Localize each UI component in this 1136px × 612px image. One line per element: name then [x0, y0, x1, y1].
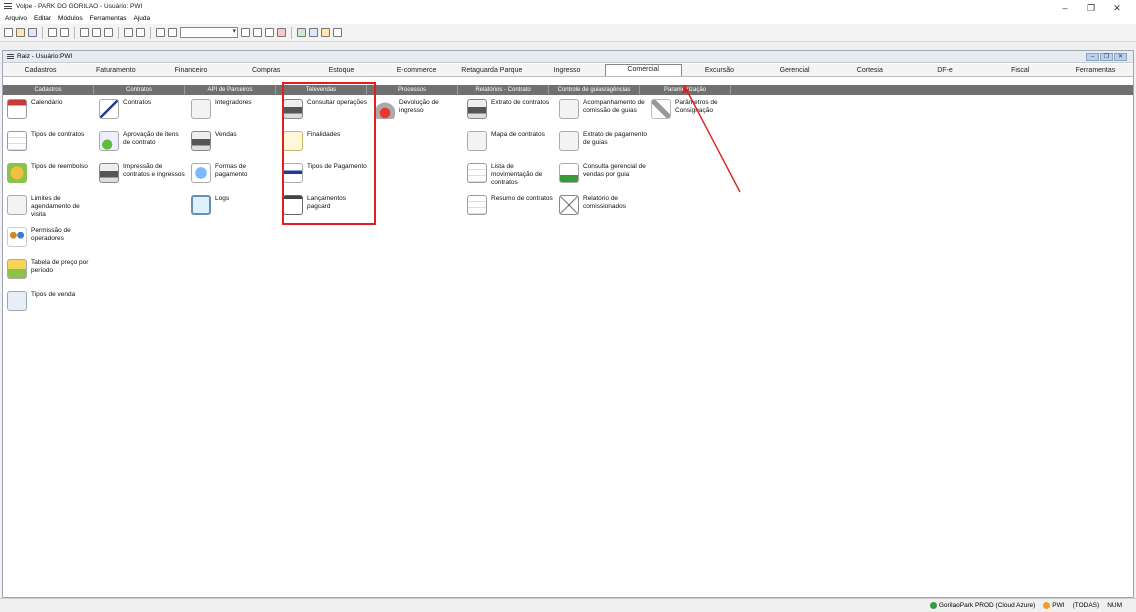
connection-status: GorilaoPark PROD (Cloud Azure) — [929, 601, 1035, 609]
annotation-arrow — [682, 84, 741, 193]
connection-icon — [929, 601, 937, 609]
user-status: PWI — [1043, 601, 1065, 609]
scope-status: (TODAS) — [1072, 602, 1100, 609]
status-bar: GorilaoPark PROD (Cloud Azure) PWI (TODA… — [0, 598, 1136, 612]
user-icon — [1043, 601, 1051, 609]
numlock-indicator: NUM — [1107, 602, 1122, 609]
